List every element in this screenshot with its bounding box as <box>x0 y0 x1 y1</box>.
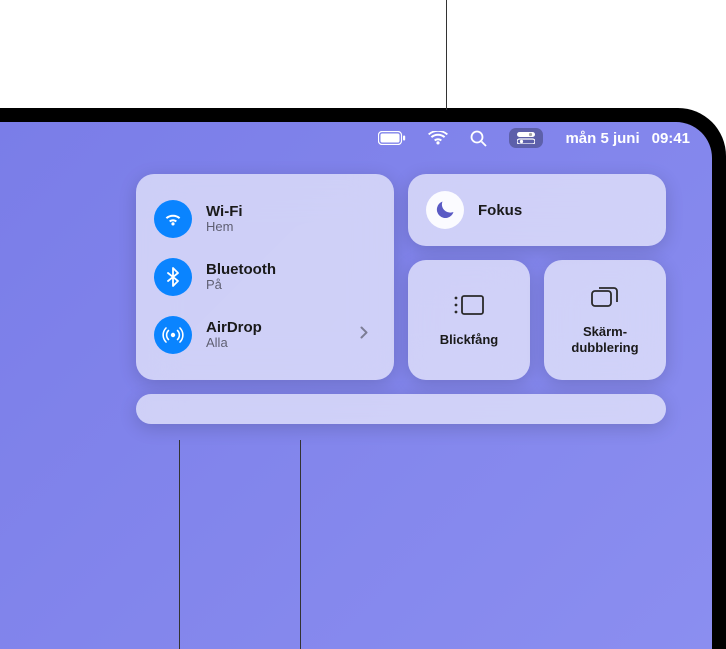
wifi-control[interactable]: Wi-Fi Hem <box>148 198 382 240</box>
connectivity-module: Wi-Fi Hem Bluetooth På <box>136 174 394 380</box>
bluetooth-control[interactable]: Bluetooth På <box>148 256 382 298</box>
menubar-date: mån 5 juni <box>565 130 639 147</box>
control-center-icon[interactable] <box>509 128 543 148</box>
bluetooth-title: Bluetooth <box>206 261 276 278</box>
wifi-toggle-icon[interactable] <box>154 200 192 238</box>
spotlight-icon[interactable] <box>470 130 487 147</box>
stage-manager-control[interactable]: Blickfång <box>408 260 530 380</box>
chevron-right-icon[interactable] <box>360 326 368 344</box>
stage-manager-label: Blickfång <box>440 332 499 348</box>
wifi-icon[interactable] <box>428 131 448 146</box>
airdrop-control[interactable]: AirDrop Alla <box>148 314 382 356</box>
tile-row: Blickfång Skärm- dubblering <box>408 260 666 380</box>
device-bezel: mån 5 juni 09:41 Wi-Fi Hem <box>0 108 726 649</box>
bluetooth-toggle-icon[interactable] <box>154 258 192 296</box>
callout-line-top <box>446 0 447 110</box>
moon-icon <box>426 191 464 229</box>
focus-control[interactable]: Fokus <box>408 174 666 246</box>
right-column: Fokus Blickfång <box>408 174 666 380</box>
airdrop-title: AirDrop <box>206 319 262 336</box>
menubar-time: 09:41 <box>652 130 690 147</box>
screen-mirroring-control[interactable]: Skärm- dubblering <box>544 260 666 380</box>
airdrop-text: AirDrop Alla <box>206 319 262 351</box>
focus-label: Fokus <box>478 202 522 219</box>
airdrop-toggle-icon[interactable] <box>154 316 192 354</box>
screen-mirroring-icon <box>590 285 620 314</box>
menubar-datetime[interactable]: mån 5 juni 09:41 <box>565 130 690 147</box>
partial-module <box>136 394 666 424</box>
stage-manager-icon <box>453 293 485 322</box>
desktop-screen: mån 5 juni 09:41 Wi-Fi Hem <box>0 122 712 649</box>
wifi-text: Wi-Fi Hem <box>206 203 243 235</box>
wifi-status: Hem <box>206 220 243 235</box>
control-center-panel: Wi-Fi Hem Bluetooth På <box>136 174 684 424</box>
airdrop-status: Alla <box>206 336 262 351</box>
menubar: mån 5 juni 09:41 <box>0 122 712 154</box>
battery-icon[interactable] <box>378 131 406 145</box>
callout-line-bottom-right <box>300 440 301 649</box>
bluetooth-text: Bluetooth På <box>206 261 276 293</box>
wifi-title: Wi-Fi <box>206 203 243 220</box>
bluetooth-status: På <box>206 278 276 293</box>
callout-line-bottom-left <box>179 440 180 649</box>
screen-mirroring-label: Skärm- dubblering <box>571 324 638 355</box>
